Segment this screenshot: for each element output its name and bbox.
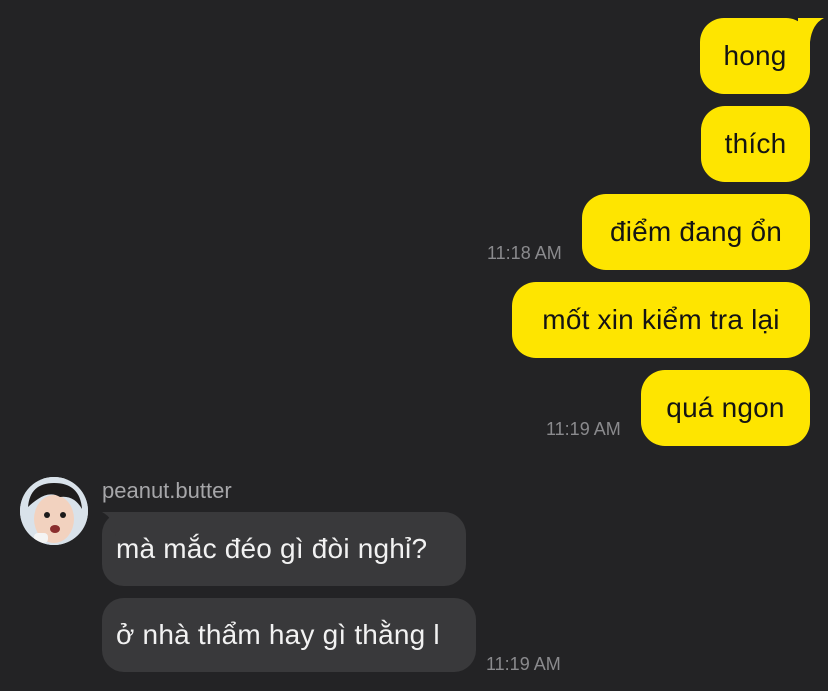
message-timestamp: 11:19 AM [546,419,621,439]
outgoing-message[interactable]: điểm đang ổn [582,194,810,270]
bubble-tail-icon [798,18,824,42]
sender-name: peanut.butter [102,478,232,503]
avatar[interactable] [20,477,88,545]
user-avatar-photo-icon [20,477,88,545]
message-timestamp: 11:18 AM [487,243,562,263]
outgoing-message[interactable]: thích [701,106,810,182]
incoming-message[interactable]: mà mắc đéo gì đòi nghỉ? [102,512,466,586]
chat-thread: hong thích 11:18 AM điểm đang ổn mốt xin… [0,0,828,691]
outgoing-message[interactable]: quá ngon [641,370,810,446]
outgoing-message[interactable]: hong [700,18,810,94]
bubble-tail-icon [102,512,128,536]
incoming-message[interactable]: ở nhà thẩm hay gì thằng l [102,598,476,672]
message-timestamp: 11:19 AM [486,654,561,674]
outgoing-message[interactable]: mốt xin kiểm tra lại [512,282,810,358]
